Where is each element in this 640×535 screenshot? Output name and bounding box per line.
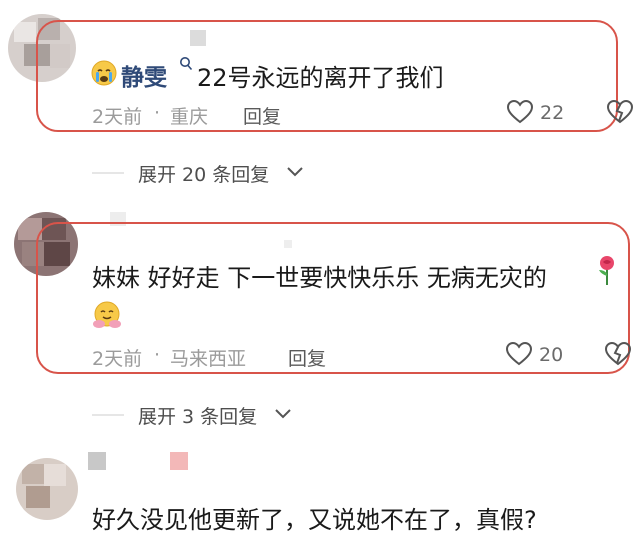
comment-location: 马来西亚 bbox=[170, 348, 247, 370]
meta-separator: · bbox=[154, 344, 161, 366]
badge-pixel bbox=[88, 452, 106, 470]
reply-divider bbox=[92, 172, 124, 174]
comment-text: 好久没见他更新了，又说她不在了，真假? bbox=[92, 506, 537, 534]
broken-heart-icon[interactable] bbox=[606, 99, 634, 125]
expand-replies-button[interactable]: 展开 20 条回复 bbox=[138, 160, 269, 187]
comment-location: 重庆 bbox=[170, 106, 209, 128]
comment-time: 2天前 bbox=[92, 106, 143, 128]
chevron-down-icon[interactable] bbox=[274, 408, 292, 420]
reply-button[interactable]: 回复 bbox=[243, 102, 281, 129]
comment-text: 22号永远的离开了我们 bbox=[197, 64, 444, 92]
like-count: 20 bbox=[539, 344, 564, 366]
broken-heart-icon[interactable] bbox=[604, 341, 632, 367]
reply-button[interactable]: 回复 bbox=[288, 344, 326, 371]
like-count: 22 bbox=[540, 102, 565, 124]
search-badge-icon bbox=[180, 57, 193, 71]
comment-text: 妹妹 好好走 下一世要快快乐乐 无病无灾的 bbox=[92, 264, 547, 292]
comment-time: 2天前 bbox=[92, 348, 143, 370]
rose-emoji bbox=[599, 256, 614, 285]
badge-pixel bbox=[170, 452, 188, 470]
reply-divider bbox=[92, 414, 124, 416]
hug-emoji bbox=[93, 301, 121, 328]
heart-icon[interactable] bbox=[506, 99, 534, 125]
chevron-down-icon[interactable] bbox=[286, 166, 304, 178]
meta-separator: · bbox=[154, 102, 161, 124]
heart-icon[interactable] bbox=[505, 341, 533, 367]
avatar[interactable] bbox=[16, 458, 78, 520]
expand-replies-button[interactable]: 展开 3 条回复 bbox=[138, 402, 257, 429]
username[interactable]: 静雯 bbox=[121, 58, 167, 92]
crying-emoji bbox=[91, 60, 117, 86]
